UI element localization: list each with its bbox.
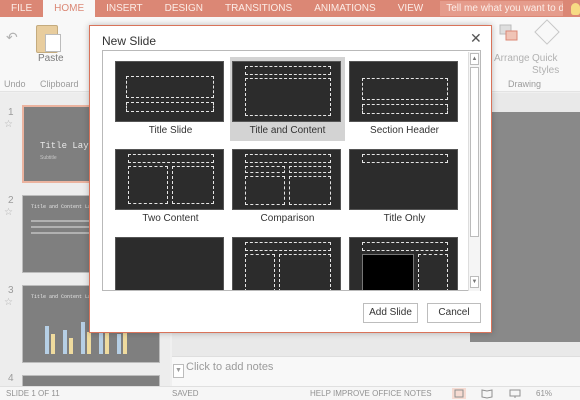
- content-placeholder: [245, 176, 285, 205]
- layout-label: Title Slide: [148, 125, 193, 136]
- content-placeholder: [245, 78, 331, 116]
- scrollbar-thumb[interactable]: [470, 67, 479, 237]
- close-icon[interactable]: ✕: [470, 30, 482, 47]
- layout-label: Title Only: [383, 213, 426, 224]
- scroll-up-icon[interactable]: ▲: [470, 53, 479, 65]
- layout-label: Section Header: [370, 125, 439, 136]
- content-placeholder: [289, 176, 331, 205]
- layout-thumbnail: [115, 237, 224, 290]
- layout-label: Comparison: [260, 213, 315, 224]
- layout-title-and-content[interactable]: Title and Content: [230, 57, 345, 141]
- layout-thumbnail: [115, 61, 224, 122]
- layout-thumbnail: [115, 149, 224, 210]
- layout-thumbnail: [349, 237, 458, 290]
- content-placeholder: [128, 166, 168, 204]
- cancel-button[interactable]: Cancel: [427, 303, 481, 323]
- title-placeholder: [245, 242, 331, 251]
- layout-thumbnail: [232, 149, 341, 210]
- text-placeholder: [418, 254, 448, 290]
- layout-label: Two Content: [142, 213, 199, 224]
- scroll-down-icon[interactable]: ▼: [470, 276, 479, 288]
- layout-comparison[interactable]: Comparison: [230, 145, 345, 229]
- text-placeholder: [362, 104, 448, 114]
- layout-thumbnail: [232, 237, 341, 290]
- gallery-scrollbar[interactable]: ▲ ▼: [468, 52, 480, 291]
- layout-blank[interactable]: [113, 233, 228, 290]
- layout-label: Title and Content: [249, 125, 326, 136]
- layout-gallery: Title Slide Title and Content Section He…: [102, 50, 481, 291]
- add-slide-button[interactable]: Add Slide: [363, 303, 418, 323]
- title-placeholder: [362, 154, 448, 163]
- layout-picture-with-caption[interactable]: [347, 233, 462, 290]
- heading-placeholder: [289, 166, 331, 173]
- subtitle-placeholder: [126, 102, 214, 112]
- text-placeholder: [245, 254, 275, 290]
- title-placeholder: [362, 78, 448, 100]
- layout-thumbnail: [349, 61, 458, 122]
- layout-thumbnail: [232, 61, 341, 122]
- layout-thumbnail: [349, 149, 458, 210]
- heading-placeholder: [245, 166, 285, 173]
- title-placeholder: [245, 154, 331, 163]
- new-slide-dialog: New Slide ✕ Title Slide Title and Conten…: [89, 25, 492, 333]
- content-placeholder: [279, 254, 331, 290]
- layout-section-header[interactable]: Section Header: [347, 57, 462, 141]
- title-placeholder: [245, 66, 331, 75]
- layout-two-content[interactable]: Two Content: [113, 145, 228, 229]
- dialog-title: New Slide: [102, 34, 157, 48]
- layout-content-with-caption[interactable]: [230, 233, 345, 290]
- content-placeholder: [172, 166, 214, 204]
- title-placeholder: [126, 76, 214, 98]
- title-placeholder: [128, 154, 214, 163]
- picture-placeholder: [362, 254, 414, 290]
- layout-title-only[interactable]: Title Only: [347, 145, 462, 229]
- layout-title-slide[interactable]: Title Slide: [113, 57, 228, 141]
- title-placeholder: [362, 242, 448, 251]
